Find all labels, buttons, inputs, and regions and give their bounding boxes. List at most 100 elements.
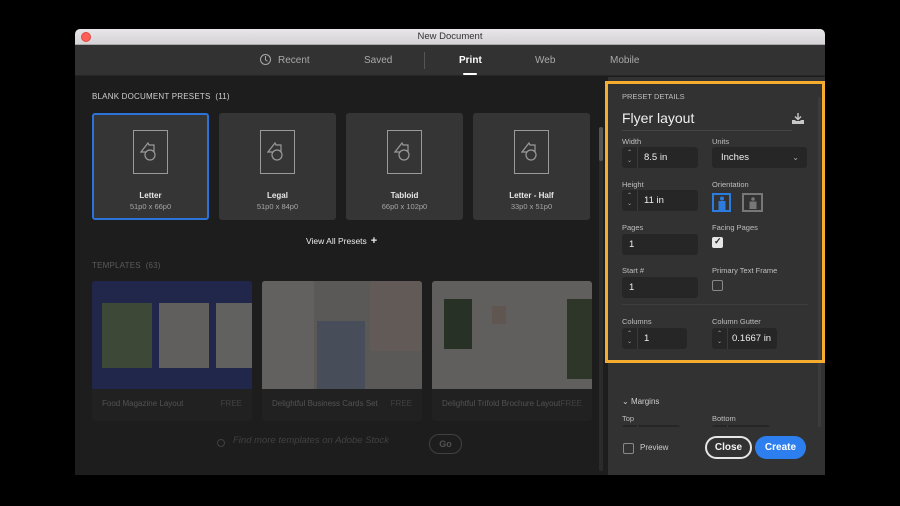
pages-field[interactable]: 1 xyxy=(622,234,698,255)
template-card[interactable]: Delightful Trifold Brochure Layout FREE xyxy=(432,281,592,421)
tab-saved[interactable]: Saved xyxy=(364,45,392,76)
document-name-input[interactable]: Flyer layout xyxy=(622,110,792,131)
preset-card-legal[interactable]: Legal 51p0 x 84p0 xyxy=(219,113,336,220)
column-gutter-label: Column Gutter xyxy=(712,317,761,326)
start-number-field[interactable]: 1 xyxy=(622,277,698,298)
template-thumbnail xyxy=(92,281,252,389)
template-name: Delightful Business Cards Set xyxy=(272,399,378,408)
height-field[interactable]: ⌃ ⌄ 11 in xyxy=(622,190,698,211)
preset-size: 51p0 x 84p0 xyxy=(256,202,299,211)
template-price: FREE xyxy=(560,399,582,408)
preset-list: Letter 51p0 x 66p0 Legal 51p0 x 84p0 Tab… xyxy=(92,113,590,220)
portrait-icon xyxy=(718,196,725,210)
details-scrollbar[interactable] xyxy=(818,97,821,467)
preset-card-tabloid[interactable]: Tabloid 66p0 x 102p0 xyxy=(346,113,463,220)
units-select[interactable]: Inches ⌄ xyxy=(712,147,807,168)
view-all-label: View All Presets xyxy=(306,236,367,246)
columns-label: Columns xyxy=(622,317,652,326)
document-icon xyxy=(387,130,422,174)
tab-web[interactable]: Web xyxy=(535,45,555,76)
columns-field[interactable]: ⌃ ⌄ 1 xyxy=(622,328,687,349)
preset-details-panel: PRESET DETAILS Flyer layout Width ⌃ ⌄ 8.5… xyxy=(608,77,825,475)
template-count: (63) xyxy=(145,261,161,270)
template-thumbnail xyxy=(262,281,422,389)
template-thumbnail xyxy=(432,281,592,389)
tab-print[interactable]: Print xyxy=(459,45,482,76)
template-card[interactable]: Food Magazine Layout FREE xyxy=(92,281,252,421)
facing-pages-label: Facing Pages xyxy=(712,223,758,232)
document-icon xyxy=(514,130,549,174)
preset-card-letter[interactable]: Letter 51p0 x 66p0 xyxy=(92,113,209,220)
primary-text-frame-checkbox[interactable] xyxy=(712,280,723,291)
new-document-dialog: New Document Recent Saved Print Web Mobi… xyxy=(75,29,825,475)
units-label: Units xyxy=(712,137,730,146)
templates-section: TEMPLATES (63) Food Magazine Layout FREE… xyxy=(75,255,605,475)
create-button[interactable]: Create xyxy=(755,436,806,459)
primary-text-frame-label: Primary Text Frame xyxy=(712,266,778,275)
save-preset-icon[interactable] xyxy=(791,113,805,125)
presets-scrollbar[interactable] xyxy=(599,127,603,471)
preview-label: Preview xyxy=(640,443,669,452)
template-card[interactable]: Delightful Business Cards Set FREE xyxy=(262,281,422,421)
presets-area: BLANK DOCUMENT PRESETS (11) Letter 51p0 … xyxy=(75,77,605,475)
portrait-orientation-button[interactable] xyxy=(712,193,731,212)
preset-name: Letter - Half xyxy=(509,191,554,200)
preset-card-letter-half[interactable]: Letter - Half 33p0 x 51p0 xyxy=(473,113,590,220)
preset-details-heading: PRESET DETAILS xyxy=(622,92,685,101)
landscape-orientation-button[interactable] xyxy=(742,193,763,212)
pages-label: Pages xyxy=(622,223,644,232)
pages-value: 1 xyxy=(629,239,635,250)
template-price: FREE xyxy=(220,399,242,408)
tab-divider xyxy=(424,52,425,69)
go-button[interactable]: Go xyxy=(429,434,462,454)
chevron-down-icon: ⌄ xyxy=(792,153,799,162)
column-gutter-stepper[interactable]: ⌃ ⌄ xyxy=(712,328,728,349)
columns-stepper[interactable]: ⌃ ⌄ xyxy=(622,328,638,349)
width-field[interactable]: ⌃ ⌄ 8.5 in xyxy=(622,147,698,168)
presets-scrollbar-thumb[interactable] xyxy=(599,127,603,161)
document-icon xyxy=(260,130,295,174)
template-name: Delightful Trifold Brochure Layout xyxy=(442,399,561,408)
height-stepper[interactable]: ⌃ ⌄ xyxy=(622,190,638,211)
preset-size: 33p0 x 51p0 xyxy=(510,202,553,211)
preset-count: (11) xyxy=(215,92,230,101)
height-label: Height xyxy=(622,180,644,189)
preset-name: Tabloid xyxy=(390,191,419,200)
section-divider xyxy=(622,304,808,305)
category-tabs: Recent Saved Print Web Mobile xyxy=(75,45,825,76)
margins-section-toggle[interactable]: ⌄ Margins xyxy=(622,397,659,406)
start-number-value: 1 xyxy=(629,282,635,293)
heading-text: TEMPLATES xyxy=(92,261,141,270)
width-stepper[interactable]: ⌃ ⌄ xyxy=(622,147,638,168)
tab-label: Recent xyxy=(278,55,310,66)
stock-search-input[interactable]: Find more templates on Adobe Stock xyxy=(233,435,389,446)
templates-heading: TEMPLATES (63) xyxy=(92,261,161,270)
window-title: New Document xyxy=(417,31,483,42)
window-close-button[interactable] xyxy=(81,32,91,42)
close-button[interactable]: Close xyxy=(705,436,752,459)
chevron-down-icon: ⌄ xyxy=(622,397,631,406)
blank-presets-heading: BLANK DOCUMENT PRESETS (11) xyxy=(92,92,230,101)
width-label: Width xyxy=(622,137,642,146)
dialog-footer: Preview Close Create xyxy=(608,427,825,475)
margin-top-label: Top xyxy=(622,414,635,423)
units-value: Inches xyxy=(721,152,749,163)
heading-text: BLANK DOCUMENT PRESETS xyxy=(92,92,211,101)
facing-pages-checkbox[interactable] xyxy=(712,236,723,248)
column-gutter-value: 0.1667 in xyxy=(732,333,772,344)
preset-size: 51p0 x 66p0 xyxy=(129,202,172,211)
margin-bottom-label: Bottom xyxy=(712,414,736,423)
template-price: FREE xyxy=(390,399,412,408)
height-value: 11 in xyxy=(644,195,664,206)
search-icon xyxy=(217,439,225,447)
tab-recent[interactable]: Recent xyxy=(260,45,310,76)
view-all-presets-link[interactable]: View All Presets + xyxy=(306,235,377,247)
orientation-label: Orientation xyxy=(712,180,749,189)
preset-size: 66p0 x 102p0 xyxy=(381,202,428,211)
tab-mobile[interactable]: Mobile xyxy=(610,45,639,76)
preview-checkbox[interactable] xyxy=(623,443,634,454)
landscape-icon xyxy=(749,197,756,209)
column-gutter-field[interactable]: ⌃ ⌄ 0.1667 in xyxy=(712,328,777,349)
clock-icon xyxy=(260,54,271,65)
preset-name: Letter xyxy=(139,191,162,200)
